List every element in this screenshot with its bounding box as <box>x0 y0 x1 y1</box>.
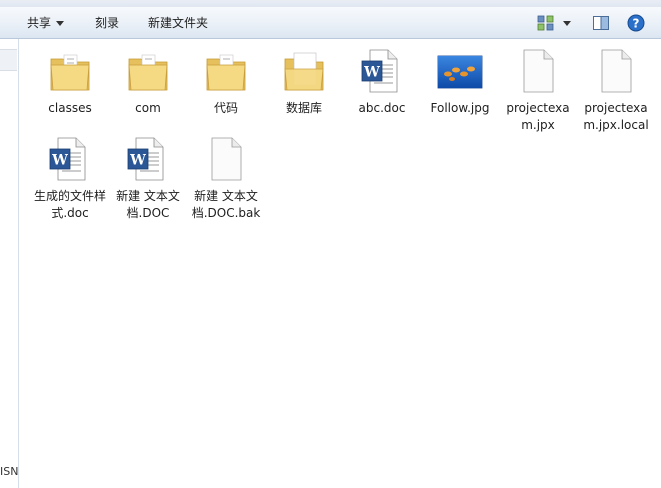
file-name: projectexam.jpx.local <box>583 101 649 132</box>
file-item-classes[interactable]: classes <box>32 47 108 117</box>
file-name: projectexam.jpx <box>506 101 570 132</box>
file-item-code[interactable]: 代码 <box>188 47 264 117</box>
command-bar: 共享 刻录 新建文件夹 ? <box>0 7 661 39</box>
image-thumbnail-icon <box>437 55 483 89</box>
file-item-projectexam-jpx-local[interactable]: projectexam.jpx.local <box>578 47 654 134</box>
blank-file-icon <box>523 49 554 93</box>
share-label: 共享 <box>27 16 52 30</box>
blank-file-icon <box>601 49 632 93</box>
file-name: 代码 <box>213 101 238 115</box>
file-name: 新建 文本文档.DOC <box>116 189 180 220</box>
word-doc-icon: W <box>127 137 164 181</box>
new-folder-label: 新建文件夹 <box>148 16 209 30</box>
svg-text:W: W <box>363 65 380 81</box>
file-item-database[interactable]: 数据库 <box>266 47 342 117</box>
new-folder-button[interactable]: 新建文件夹 <box>148 14 208 32</box>
file-item-follow-jpg[interactable]: Follow.jpg <box>422 47 498 117</box>
preview-pane-icon[interactable] <box>591 13 611 33</box>
folder-icon <box>128 54 168 91</box>
file-list-view[interactable]: classes com 代码 数据库 W abc.doc Follow.jpg … <box>19 39 661 488</box>
svg-text:?: ? <box>633 17 640 31</box>
file-item-abc-doc[interactable]: W abc.doc <box>344 47 420 117</box>
file-name: 数据库 <box>285 101 322 115</box>
chevron-down-icon <box>56 21 65 26</box>
nav-item-label[interactable]: ISN <box>0 465 18 478</box>
file-name: classes <box>48 101 92 115</box>
svg-text:W: W <box>51 153 68 169</box>
file-item-com[interactable]: com <box>110 47 186 117</box>
file-item-projectexam-jpx[interactable]: projectexam.jpx <box>500 47 576 134</box>
file-name: 生成的文件样式.doc <box>33 189 106 220</box>
navigation-pane[interactable] <box>0 39 19 488</box>
word-doc-icon: W <box>49 137 86 181</box>
folder-doc-icon <box>284 52 324 91</box>
share-button[interactable]: 共享 <box>27 14 65 32</box>
file-item-new-text-doc[interactable]: W 新建 文本文档.DOC <box>110 135 186 222</box>
file-name: abc.doc <box>358 101 406 115</box>
file-item-new-text-doc-bak[interactable]: 新建 文本文档.DOC.bak <box>188 135 264 222</box>
burn-button[interactable]: 刻录 <box>95 14 119 32</box>
file-name: 新建 文本文档.DOC.bak <box>191 189 261 220</box>
folder-icon <box>206 54 246 91</box>
change-view-icon[interactable] <box>536 13 556 33</box>
chevron-down-icon[interactable] <box>560 13 574 33</box>
file-item-generated-doc[interactable]: W 生成的文件样式.doc <box>32 135 108 222</box>
blank-file-icon <box>211 137 242 181</box>
folder-icon <box>50 54 90 91</box>
file-name: Follow.jpg <box>430 101 490 115</box>
file-name: com <box>135 101 161 115</box>
help-icon[interactable]: ? <box>626 13 646 33</box>
nav-selected-item[interactable] <box>0 49 17 71</box>
word-doc-icon: W <box>361 49 398 93</box>
svg-text:W: W <box>129 153 146 169</box>
burn-label: 刻录 <box>95 16 120 30</box>
